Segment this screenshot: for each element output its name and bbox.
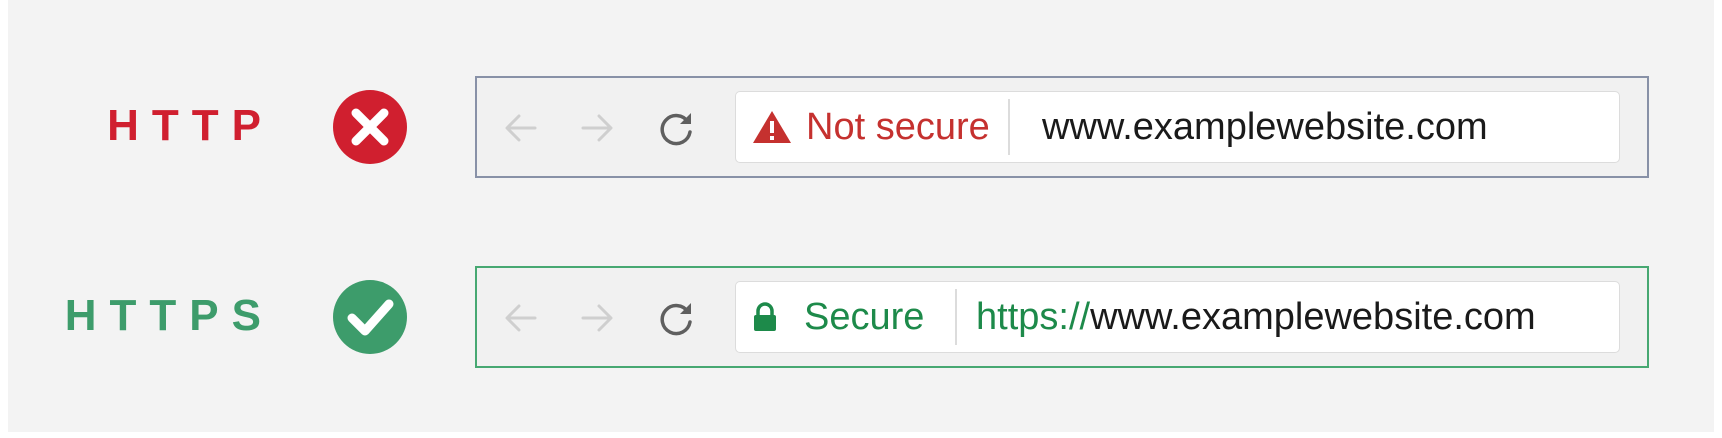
arrow-right-icon <box>581 114 613 142</box>
forward-button[interactable] <box>577 300 617 336</box>
address-bar[interactable]: Secure https://www.examplewebsite.com <box>735 281 1620 353</box>
browser-toolbar-http: Not secure www.examplewebsite.com <box>475 76 1649 178</box>
padlock-icon <box>754 302 776 331</box>
security-chip-not-secure[interactable]: Not secure <box>736 92 990 162</box>
omnibox-divider <box>955 289 957 345</box>
url-text: https://www.examplewebsite.com <box>976 282 1536 352</box>
reload-icon <box>660 303 692 336</box>
arrow-left-icon <box>505 304 537 332</box>
check-circle-icon <box>332 279 408 355</box>
protocol-label-http: HTTP <box>107 101 274 150</box>
back-button[interactable] <box>501 110 541 146</box>
url-host: www.examplewebsite.com <box>1042 106 1488 148</box>
back-button[interactable] <box>501 300 541 336</box>
error-x-circle-icon <box>332 89 408 165</box>
http-comparison-row: HTTP Not secure www.examplewebsite.com <box>8 72 1714 182</box>
address-bar[interactable]: Not secure www.examplewebsite.com <box>735 91 1620 163</box>
comparison-canvas: HTTP Not secure www.examplewebsite.com H… <box>8 0 1714 432</box>
url-scheme: https:// <box>976 296 1091 338</box>
arrow-left-icon <box>505 114 537 142</box>
reload-button[interactable] <box>657 110 697 146</box>
security-chip-secure[interactable]: Secure <box>736 282 924 352</box>
reload-icon <box>660 113 692 146</box>
forward-button[interactable] <box>577 110 617 146</box>
browser-toolbar-https: Secure https://www.examplewebsite.com <box>475 266 1649 368</box>
warning-triangle-icon <box>753 111 791 143</box>
security-status-label: Not secure <box>806 106 990 148</box>
url-text: www.examplewebsite.com <box>1042 92 1488 162</box>
security-status-label: Secure <box>804 296 925 338</box>
protocol-label-https: HTTPS <box>64 291 274 340</box>
reload-button[interactable] <box>657 300 697 336</box>
https-comparison-row: HTTPS Secure https://www.examplewebsite.… <box>8 262 1714 372</box>
arrow-right-icon <box>581 304 613 332</box>
omnibox-divider <box>1008 99 1010 155</box>
url-host: www.examplewebsite.com <box>1090 296 1536 338</box>
